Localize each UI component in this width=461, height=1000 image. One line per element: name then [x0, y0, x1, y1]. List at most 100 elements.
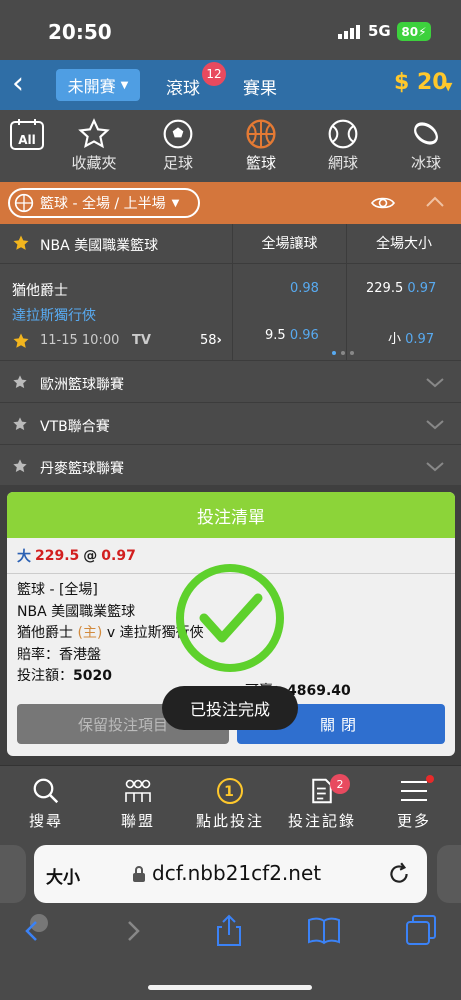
at-sign: @ — [83, 547, 98, 564]
mode-label: 未開賽 — [67, 77, 116, 96]
league-name: NBA 美國職業籃球 — [40, 238, 159, 254]
sport-label: 籃球 — [245, 154, 276, 172]
star-icon — [78, 118, 110, 149]
more-markets-link[interactable]: 58› — [200, 333, 222, 348]
star-icon[interactable] — [12, 416, 28, 432]
divider — [232, 264, 233, 360]
tab-results[interactable]: 賽果 — [243, 74, 277, 99]
status-bar: 20:50 5G 80 ⚡ — [0, 0, 461, 60]
home-team: 猶他爵士 — [12, 283, 68, 299]
stake-label: 投注額： — [17, 668, 73, 684]
url-text: dcf.nbb21cf2.net — [152, 861, 322, 885]
chevron-down-icon — [426, 462, 444, 472]
previous-tab-preview[interactable] — [0, 845, 26, 903]
sport-favorites[interactable]: 收藏夾 — [59, 116, 129, 173]
hdp-home-odd[interactable]: 0.98 — [290, 281, 319, 296]
text-size-button[interactable]: 大小 — [46, 863, 80, 888]
caret-down-icon: ▼ — [171, 197, 180, 209]
chevron-down-icon — [426, 378, 444, 388]
calendar-all-icon: All — [10, 119, 44, 150]
tab-place-bet[interactable]: 1 點此投注 — [190, 772, 270, 831]
odd-price: 0.97 — [407, 281, 437, 296]
tab-bet-history[interactable]: 2 投注記錄 — [282, 772, 362, 831]
menu-icon — [401, 781, 427, 801]
live-count-badge: 12 — [202, 62, 226, 86]
tabs-icon[interactable] — [404, 913, 438, 947]
toast-message: 已投注完成 — [162, 686, 298, 730]
sport-hockey[interactable]: 冰球 — [391, 116, 461, 173]
league-row[interactable]: 歐洲籃球聯賽 — [0, 360, 461, 402]
chevron-down-icon — [426, 420, 444, 430]
bookmarks-icon[interactable] — [306, 913, 342, 947]
forward-icon[interactable] — [122, 913, 146, 947]
chevron-right-icon: › — [216, 333, 222, 348]
home-indicator — [148, 985, 312, 990]
sport-label: 收藏夾 — [71, 154, 117, 172]
league-header[interactable]: NBA 美國職業籃球 全場讓球 全場大小 — [0, 224, 461, 264]
league-row[interactable]: 丹麥籃球聯賽 — [0, 444, 461, 486]
column-total: 全場大小 — [346, 224, 461, 264]
selection-price: 0.97 — [101, 547, 136, 564]
home-tag: (主) — [77, 625, 103, 641]
tennis-ball-icon — [328, 119, 358, 149]
signal-icon — [338, 25, 360, 39]
hdp-away-odd[interactable]: 9.5 0.96 — [265, 328, 319, 343]
reload-icon[interactable] — [386, 861, 412, 887]
odd-line: 229.5 — [366, 281, 404, 296]
sport-label: 網球 — [327, 154, 358, 172]
odd-price: 0.96 — [289, 328, 319, 343]
tab-live[interactable]: 滾球 — [166, 74, 200, 99]
eye-icon[interactable] — [370, 192, 396, 214]
back-icon[interactable] — [22, 913, 48, 947]
to-win-value: 4869.40 — [287, 683, 351, 699]
ou-under-odd[interactable]: 小 0.97 — [388, 328, 434, 347]
address-bar[interactable]: 大小 dcf.nbb21cf2.net — [34, 845, 427, 903]
top-nav: ‹ 未開賽 ▼ 滾球 12 賽果 $ 20 ▼ — [0, 60, 461, 110]
odd-price: 0.98 — [290, 281, 319, 296]
sport-soccer[interactable]: 足球 — [143, 116, 213, 173]
sport-basketball[interactable]: 籃球 — [226, 116, 296, 173]
stake-value: 5020 — [73, 668, 112, 684]
divider — [346, 264, 347, 360]
browser-chrome: 大小 dcf.nbb21cf2.net — [0, 837, 461, 1000]
sport-label: 足球 — [162, 154, 193, 172]
network-type: 5G — [368, 22, 391, 40]
market-filter[interactable]: 籃球 - 全場 / 上半場 ▼ — [8, 188, 200, 218]
check-circle-icon — [176, 564, 284, 672]
sport-selector: All 收藏夾 足球 籃球 網球 冰球 — [0, 110, 461, 182]
mode-selector[interactable]: 未開賽 ▼ — [56, 69, 140, 101]
basketball-icon — [14, 193, 34, 213]
bet-count: 1 — [224, 784, 236, 800]
sport-all[interactable]: All — [0, 116, 62, 152]
ou-over-odd[interactable]: 229.5 0.97 — [366, 281, 436, 296]
tab-search[interactable]: 搜尋 — [6, 772, 86, 831]
tab-label: 更多 — [396, 812, 431, 830]
match-row: 猶他爵士 達拉斯獨行俠 11-15 10:00 TV 58› 0.98 9.5 … — [0, 264, 461, 360]
notification-dot — [426, 775, 434, 783]
star-icon[interactable] — [12, 374, 28, 390]
tab-label: 點此投注 — [195, 812, 264, 830]
chevron-left-icon[interactable]: ‹ — [12, 69, 38, 100]
tv-badge: TV — [132, 333, 151, 348]
star-icon[interactable] — [12, 234, 30, 252]
sport-tennis[interactable]: 網球 — [308, 116, 378, 173]
market-filter-bar: 籃球 - 全場 / 上半場 ▼ — [0, 182, 461, 224]
search-icon — [33, 778, 59, 804]
next-tab-preview[interactable] — [437, 845, 461, 903]
balance[interactable]: $ 20 — [394, 70, 448, 95]
league-row[interactable]: VTB聯合賽 — [0, 402, 461, 444]
star-icon[interactable] — [12, 332, 30, 350]
tab-leagues[interactable]: 聯盟 — [98, 772, 178, 831]
share-icon[interactable] — [214, 913, 244, 947]
lock-icon — [133, 866, 145, 882]
selection-side: 大 — [17, 548, 31, 565]
tab-label: 投注記錄 — [287, 812, 356, 830]
tab-more[interactable]: 更多 — [374, 772, 454, 831]
star-icon[interactable] — [12, 458, 28, 474]
chevron-up-icon[interactable] — [424, 190, 446, 214]
column-handicap: 全場讓球 — [232, 224, 346, 264]
match-time: 11-15 10:00 — [40, 333, 120, 348]
caret-down-icon[interactable]: ▼ — [444, 80, 452, 93]
soccer-ball-icon — [163, 119, 193, 149]
sport-label: 冰球 — [410, 154, 441, 172]
